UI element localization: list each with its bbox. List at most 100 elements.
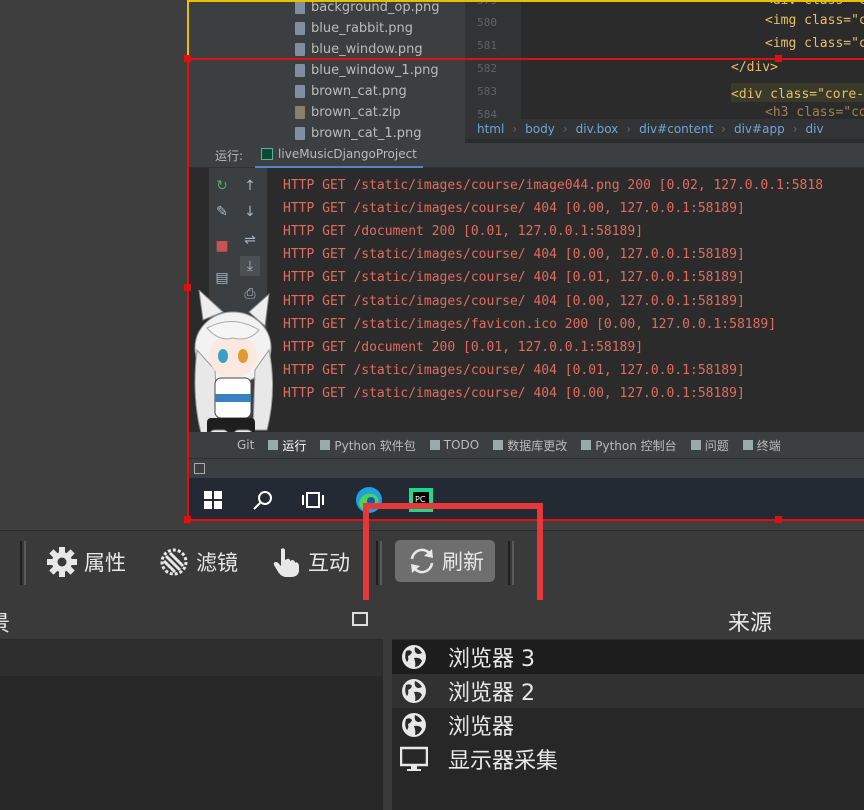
properties-button[interactable]: 属性 — [46, 541, 126, 583]
hand-pointer-icon — [273, 548, 299, 577]
tab-terminal[interactable]: 终端 — [742, 437, 781, 454]
search-icon[interactable] — [251, 488, 275, 512]
ide-tool-tabs: Git 运行 Python 软件包 TODO 数据库更改 Python 控制台 … — [187, 432, 864, 458]
windows-start-icon[interactable] — [201, 488, 225, 512]
breadcrumb-item[interactable]: div#app — [734, 122, 785, 136]
gear-icon — [47, 547, 77, 577]
obs-window: background_op.png blue_rabbit.png blue_w… — [0, 0, 864, 810]
tab-database-changes[interactable]: 数据库更改 — [493, 437, 567, 454]
breadcrumb-item[interactable]: html — [477, 122, 504, 136]
log-line: HTTP GET /static/images/course/ 404 [0.0… — [283, 294, 745, 309]
tab-problems[interactable]: 问题 — [690, 437, 729, 454]
code-line: <div class="core-content" ref="如何清除 — [731, 83, 864, 102]
log-line: HTTP GET /static/images/favicon.ico 200 … — [283, 317, 777, 332]
dock-splitter[interactable] — [383, 600, 392, 810]
log-line: HTTP GET /static/images/course/ 404 [0.0… — [283, 201, 745, 216]
package-icon — [320, 440, 331, 450]
source-item-browser[interactable]: 浏览器 — [392, 708, 864, 742]
image-file-icon — [295, 84, 305, 98]
scene-list-item[interactable] — [0, 640, 383, 676]
line-number: 583 — [477, 85, 497, 98]
tab-run-config[interactable]: liveMusicDjangoProject — [255, 143, 423, 168]
scenes-dock: 景 — [0, 600, 383, 810]
log-line: HTTP GET /static/images/course/ 404 [0.0… — [283, 247, 745, 262]
line-number: 582 — [477, 62, 497, 75]
code-line: <h3 class="course-title second-ind — [765, 105, 864, 120]
code-line: <img class="course-img" src="{% st — [765, 13, 864, 28]
code-line: <img class="course-img" src="{% st — [765, 36, 864, 51]
rerun-icon[interactable]: ↻ — [212, 176, 232, 196]
resize-handle[interactable] — [184, 516, 191, 523]
log-line: HTTP GET /static/images/course/ 404 [0.0… — [283, 363, 745, 378]
layout-icon[interactable]: ▤ — [212, 268, 232, 288]
dock-title: 景 — [0, 606, 10, 638]
resize-handle[interactable] — [775, 516, 782, 523]
undock-icon[interactable] — [352, 612, 368, 626]
tab-git[interactable]: Git — [237, 438, 254, 452]
wrench-icon[interactable]: ✎ — [212, 202, 232, 222]
source-item-display-capture[interactable]: 显示器采集 — [392, 742, 864, 776]
image-file-icon — [295, 0, 305, 14]
source-item-browser-3[interactable]: 浏览器 3 — [392, 640, 864, 674]
line-number: 580 — [477, 16, 497, 29]
file-item: brown_cat.png — [295, 81, 407, 101]
stop-icon[interactable]: ■ — [212, 236, 232, 256]
task-view-icon[interactable] — [301, 488, 325, 512]
run-label: 运行: — [215, 148, 244, 163]
log-line: HTTP GET /document 200 [0.01, 127.0.0.1:… — [283, 340, 644, 355]
anime-avatar-image — [194, 290, 274, 451]
problems-icon — [690, 440, 701, 450]
zip-file-icon — [295, 105, 305, 119]
ide-status-bar — [187, 458, 864, 478]
globe-icon — [402, 713, 426, 737]
dock-title: 来源 — [728, 611, 773, 636]
resize-handle[interactable] — [184, 55, 191, 62]
file-item: brown_cat.zip — [295, 102, 401, 122]
breadcrumb-item[interactable]: div — [806, 122, 824, 136]
log-line: HTTP GET /static/images/course/image044.… — [283, 178, 824, 193]
log-line: HTTP GET /document 200 [0.01, 127.0.0.1:… — [283, 224, 644, 239]
arrow-up-icon[interactable]: ↑ — [240, 176, 260, 196]
monitor-icon — [400, 746, 428, 771]
file-item: background_op.png — [295, 0, 439, 17]
image-file-icon — [295, 63, 305, 77]
globe-icon — [402, 645, 426, 669]
code-line: <div class="course-title third-li — [765, 0, 864, 8]
file-tree: background_op.png blue_rabbit.png blue_w… — [187, 0, 465, 143]
line-number: 581 — [477, 39, 497, 52]
source-item-browser-2[interactable]: 浏览器 2 — [392, 674, 864, 708]
image-file-icon — [295, 21, 305, 35]
panel-toggle-icon[interactable] — [194, 463, 205, 474]
console-output[interactable]: HTTP GET /static/images/course/image044.… — [267, 168, 864, 430]
refresh-button[interactable]: 刷新 — [395, 540, 495, 582]
breadcrumb-item[interactable]: div.box — [576, 122, 619, 136]
file-item: brown_cat_1.png — [295, 123, 422, 143]
dock-header: 来源 — [392, 600, 864, 640]
line-number: 579 — [477, 0, 497, 7]
tab-run[interactable]: 运行 — [268, 437, 306, 454]
breadcrumb-item[interactable]: body — [525, 122, 555, 136]
soft-wrap-icon[interactable]: ⇌ — [240, 230, 260, 250]
interact-button[interactable]: 互动 — [270, 541, 350, 583]
resize-handle[interactable] — [184, 284, 191, 291]
list-icon — [429, 440, 440, 450]
terminal-icon — [742, 440, 753, 450]
edge-browser-icon[interactable] — [355, 486, 383, 514]
arrow-down-icon[interactable]: ↓ — [240, 202, 260, 222]
filters-button[interactable]: 滤镜 — [158, 541, 238, 583]
log-line: HTTP GET /static/images/course/ 404 [0.0… — [283, 386, 745, 401]
filter-icon — [160, 548, 188, 576]
resize-handle[interactable] — [775, 55, 782, 62]
file-item: blue_window.png — [295, 39, 423, 59]
scroll-to-end-icon[interactable]: ⤓ — [240, 256, 260, 276]
toolbar-separator — [376, 541, 382, 585]
pycharm-icon[interactable]: PC — [407, 486, 435, 514]
breadcrumb-item[interactable]: div#content — [639, 122, 713, 136]
captured-source[interactable]: background_op.png blue_rabbit.png blue_w… — [187, 0, 864, 521]
toolbar-separator — [20, 541, 26, 585]
crop-guide-line — [187, 58, 864, 60]
dock-header: 景 — [0, 600, 383, 640]
tab-todo[interactable]: TODO — [429, 438, 479, 452]
tab-python-console[interactable]: Python 控制台 — [581, 437, 677, 454]
tab-python-packages[interactable]: Python 软件包 — [320, 437, 416, 454]
